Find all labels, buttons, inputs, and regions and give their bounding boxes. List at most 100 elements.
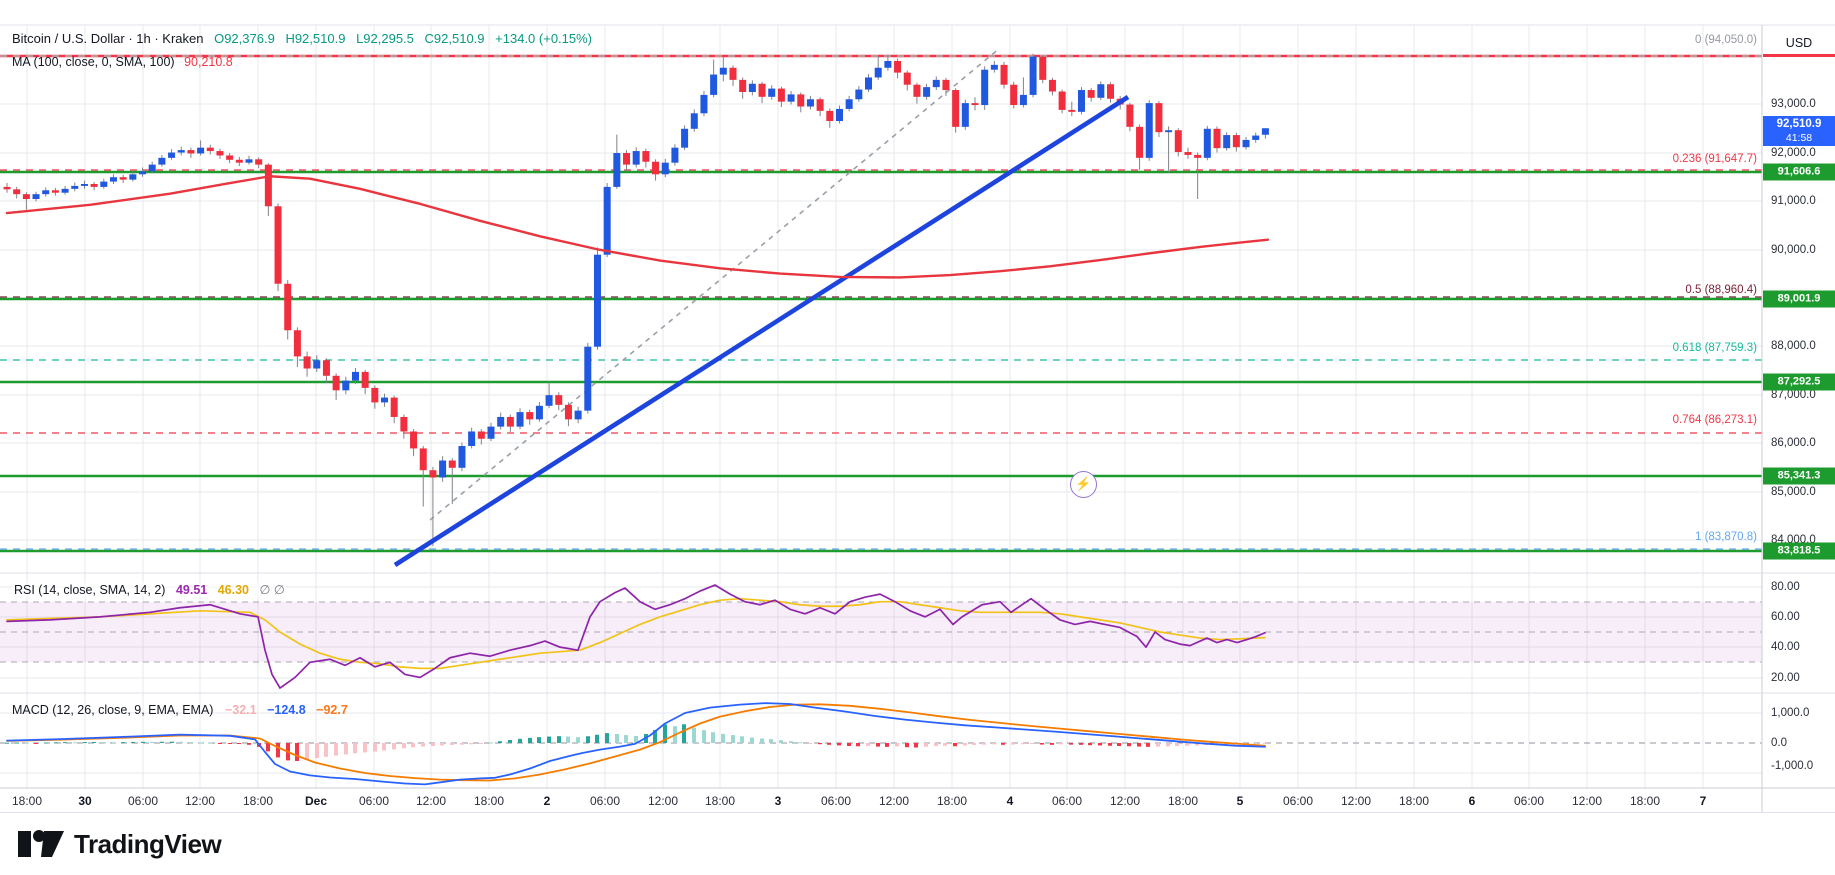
time-axis-label[interactable]: 06:00 [1283, 794, 1313, 808]
price-axis-label[interactable]: 90,000.0 [1771, 244, 1816, 256]
candle-body [536, 406, 543, 420]
chart-canvas[interactable] [0, 0, 1835, 812]
price-axis-label[interactable]: 92,000.0 [1771, 147, 1816, 159]
macd-hist-bar [305, 743, 309, 760]
time-axis-label[interactable]: 12:00 [185, 794, 215, 808]
candle-body [623, 153, 630, 165]
symbol-legend[interactable]: Bitcoin / U.S. Dollar · 1h · Kraken O92,… [12, 31, 592, 46]
fib-level-label: 0.764 (86,273.1) [1437, 414, 1757, 426]
lightning-icon[interactable]: ⚡ [1070, 471, 1097, 498]
symbol-title[interactable]: Bitcoin / U.S. Dollar · 1h · Kraken [12, 31, 203, 46]
candle-body [304, 356, 311, 368]
time-axis-label[interactable]: 3 [775, 794, 782, 808]
ohlc-open: O92,376.9 [214, 31, 275, 46]
time-axis-label[interactable]: 18:00 [1168, 794, 1198, 808]
candle-body [284, 284, 291, 330]
time-axis-label[interactable]: 18:00 [474, 794, 504, 808]
price-axis-label[interactable]: 20.00 [1771, 672, 1800, 684]
price-level-badge: 87,292.5 [1763, 374, 1835, 391]
macd-hist-bar [276, 743, 280, 757]
time-axis-label[interactable]: 5 [1237, 794, 1244, 808]
price-axis-currency[interactable]: USD [1763, 36, 1835, 50]
time-axis-label[interactable]: 18:00 [243, 794, 273, 808]
bar-countdown: 41:58 [1763, 132, 1835, 144]
time-axis-label[interactable]: 06:00 [359, 794, 389, 808]
time-axis-label[interactable]: 06:00 [128, 794, 158, 808]
price-axis-label[interactable]: 60.00 [1771, 611, 1800, 623]
candle-body [13, 189, 20, 194]
ohlc-close: C92,510.9 [425, 31, 485, 46]
macd-hist-bar [779, 740, 783, 743]
macd-hist-bar [1030, 743, 1034, 744]
time-axis-label[interactable]: 12:00 [1110, 794, 1140, 808]
macd-hist-bar [518, 739, 522, 743]
macd-hist-bar [63, 742, 67, 743]
price-axis-label[interactable]: 88,000.0 [1771, 340, 1816, 352]
macd-hist-bar [624, 735, 628, 743]
time-axis-label[interactable]: 06:00 [1052, 794, 1082, 808]
time-axis-label[interactable]: 06:00 [821, 794, 851, 808]
ma-legend[interactable]: MA (100, close, 0, SMA, 100) 90,210.8 [12, 55, 233, 69]
macd-hist-bar [528, 738, 532, 743]
candle-body [1155, 103, 1162, 132]
macd-legend[interactable]: MACD (12, 26, close, 9, EMA, EMA) −32.1 … [12, 703, 348, 717]
time-axis-label[interactable]: 18:00 [1630, 794, 1660, 808]
price-axis-label[interactable]: 85,000.0 [1771, 486, 1816, 498]
macd-hist-bar [992, 743, 996, 744]
time-axis-label[interactable]: 06:00 [590, 794, 620, 808]
time-axis-label[interactable]: Dec [305, 794, 327, 808]
candle-body [439, 461, 446, 478]
time-axis-label[interactable]: 18:00 [937, 794, 967, 808]
time-axis-label[interactable]: 12:00 [1572, 794, 1602, 808]
candle-body [1010, 85, 1017, 105]
time-axis-label[interactable]: 7 [1700, 794, 1707, 808]
time-axis-label[interactable]: 06:00 [1514, 794, 1544, 808]
macd-hist-bar [15, 743, 19, 744]
macd-hist-bar [615, 734, 619, 743]
candle-body [275, 206, 282, 283]
time-axis-label[interactable]: 18:00 [705, 794, 735, 808]
macd-value: −124.8 [267, 703, 306, 717]
time-axis-label[interactable]: 18:00 [12, 794, 42, 808]
time-axis-label[interactable]: 30 [78, 794, 91, 808]
last-price-badge: 92,510.9 41:58 [1763, 116, 1835, 146]
candle-body [1252, 136, 1259, 140]
time-axis-label[interactable]: 2 [544, 794, 551, 808]
candle-body [633, 151, 640, 165]
fib-level-label: 1 (83,870.8) [1437, 531, 1757, 543]
candle-body [100, 182, 107, 187]
price-axis-label[interactable]: 86,000.0 [1771, 437, 1816, 449]
price-axis-label[interactable]: 1,000.0 [1771, 707, 1809, 719]
price-axis-label[interactable]: 0.0 [1771, 737, 1787, 749]
price-axis-label[interactable]: 91,000.0 [1771, 195, 1816, 207]
time-axis-label[interactable]: 6 [1469, 794, 1476, 808]
rsi-legend[interactable]: RSI (14, close, SMA, 14, 2) 49.51 46.30 … [12, 582, 287, 597]
price-axis-label[interactable]: 87,000.0 [1771, 389, 1816, 401]
time-axis-label[interactable]: 12:00 [648, 794, 678, 808]
macd-hist-bar [557, 736, 561, 743]
macd-hist-bar [44, 742, 48, 743]
macd-hist-bar [711, 732, 715, 743]
macd-hist-bar [1156, 743, 1160, 747]
candle-body [836, 109, 843, 121]
price-axis-label[interactable]: 40.00 [1771, 641, 1800, 653]
time-axis-label[interactable]: 12:00 [879, 794, 909, 808]
tradingview-logo-icon[interactable] [16, 823, 68, 867]
candle-body [904, 73, 911, 85]
price-axis-label[interactable]: 80.00 [1771, 581, 1800, 593]
price-axis-label[interactable]: 93,000.0 [1771, 98, 1816, 110]
price-axis-label[interactable]: -1,000.0 [1771, 760, 1813, 772]
footer-bar: TradingView [0, 812, 1835, 875]
candle-body [991, 65, 998, 70]
macd-hist-bar [972, 743, 976, 745]
candle-body [826, 111, 833, 121]
tradingview-logo-text[interactable]: TradingView [74, 829, 221, 860]
candle-body [526, 412, 533, 419]
candle-body [1233, 135, 1240, 147]
time-axis-label[interactable]: 12:00 [1341, 794, 1371, 808]
time-axis-label[interactable]: 12:00 [416, 794, 446, 808]
macd-hist-bar [576, 737, 580, 743]
candle-body [972, 103, 979, 105]
time-axis-label[interactable]: 4 [1007, 794, 1014, 808]
time-axis-label[interactable]: 18:00 [1399, 794, 1429, 808]
